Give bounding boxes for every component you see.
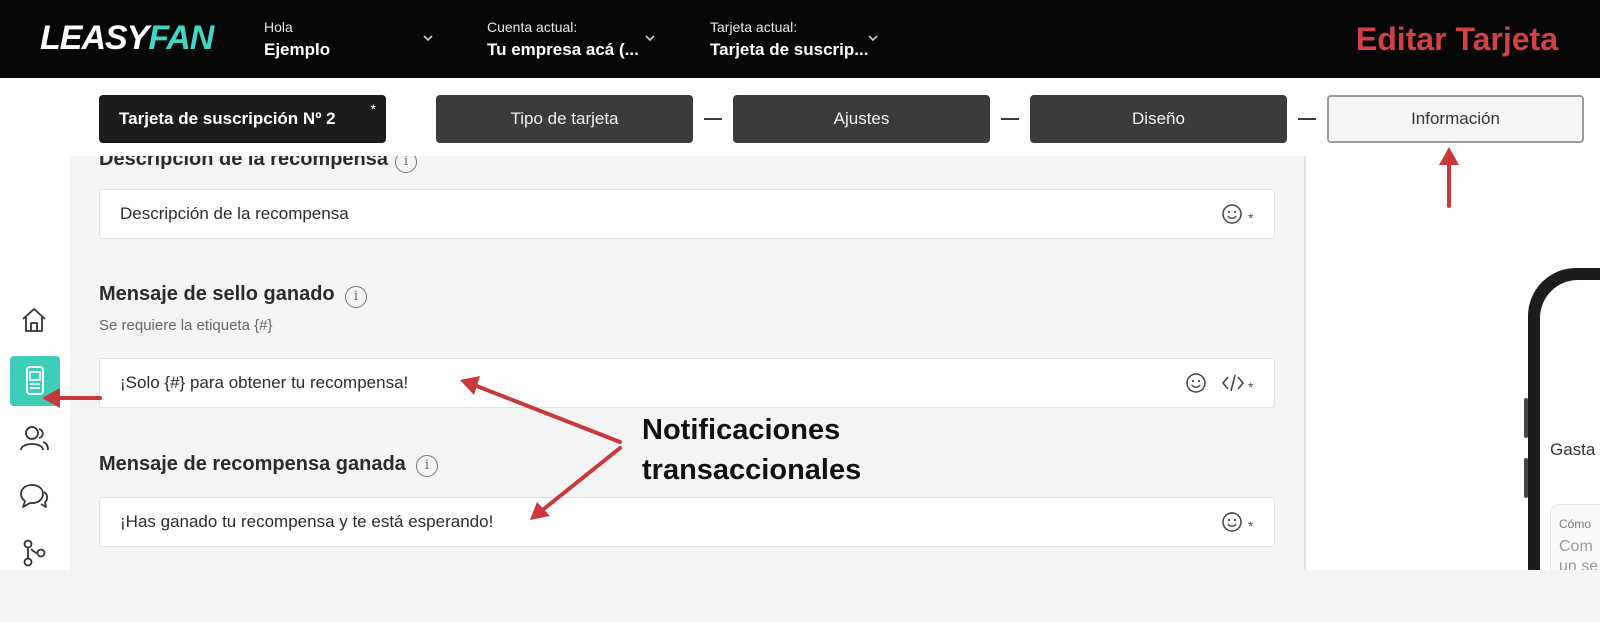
step-diseno[interactable]: Diseño (1030, 95, 1287, 143)
sidebar-item-clients[interactable] (14, 418, 54, 458)
stamp-message-hint: Se requiere la etiqueta {#} (99, 317, 273, 334)
sidebar (0, 156, 70, 570)
stamp-message-label: Mensaje de sello ganado (99, 283, 335, 305)
phone-side-button (1524, 398, 1528, 438)
chevron-down-icon[interactable] (420, 30, 436, 46)
annotation-label: Notificaciones transaccionales (642, 414, 862, 486)
required-marker: * (1248, 379, 1254, 395)
stamp-message-input[interactable]: ¡Solo {#} para obtener tu recompensa! * (99, 358, 1275, 408)
card-name-label: Tarjeta de suscripción Nº 2 (119, 109, 336, 128)
card-label: Tarjeta actual: (710, 19, 798, 35)
step-connector (1001, 118, 1019, 120)
top-bar: LEASYFAN Hola Ejemplo Cuenta actual: Tu … (0, 0, 1600, 78)
greeting-label: Hola (264, 19, 293, 35)
phone-screen: Gasta Cómo Com un se (1540, 280, 1600, 570)
phone-preview-area: Gasta Cómo Com un se (1306, 156, 1600, 570)
flow-icon (23, 539, 46, 567)
home-icon (22, 308, 46, 332)
reward-description-input[interactable]: Descripción de la recompensa * (99, 189, 1275, 239)
step-informacion[interactable]: Información (1327, 95, 1584, 143)
account-label: Cuenta actual: (487, 19, 578, 35)
greeting-value: Ejemplo (264, 40, 331, 59)
sidebar-item-messages[interactable] (14, 476, 54, 516)
sidebar-item-automations[interactable] (14, 532, 54, 572)
step-bar: Tarjeta de suscripción Nº 2 * Tipo de ta… (0, 78, 1600, 156)
greeting-selector[interactable]: Hola Ejemplo (264, 18, 330, 64)
page-title: Editar Tarjeta (1355, 21, 1558, 57)
card-value: Tarjeta de suscrip... (710, 40, 869, 59)
step-connector (704, 118, 722, 120)
chevron-down-icon[interactable] (865, 30, 881, 46)
sidebar-item-home[interactable] (14, 300, 54, 340)
preview-card-body: Com un se (1559, 538, 1599, 570)
account-value: Tu empresa acá (... (487, 40, 639, 59)
step-ajustes[interactable]: Ajustes (733, 95, 990, 143)
chevron-down-icon[interactable] (642, 30, 658, 46)
info-icon[interactable]: i (395, 156, 417, 173)
emoji-icon[interactable] (1221, 511, 1243, 533)
required-marker: * (1248, 210, 1254, 226)
phone-mockup: Gasta Cómo Com un se (1524, 268, 1600, 570)
required-marker: * (1248, 518, 1254, 534)
unsaved-marker: * (370, 101, 376, 117)
stamp-message-value: ¡Solo {#} para obtener tu recompensa! (120, 373, 409, 392)
code-tag-icon[interactable] (1221, 372, 1245, 394)
preview-text: Gasta (1550, 440, 1596, 459)
sidebar-item-cards[interactable] (10, 356, 60, 406)
info-icon[interactable]: i (416, 455, 438, 477)
info-icon[interactable]: i (345, 286, 367, 308)
preview-card: Cómo Com un se (1550, 504, 1600, 570)
reward-message-label: Mensaje de recompensa ganada (99, 453, 406, 475)
chat-icon (20, 484, 49, 508)
form-panel: Descripción de la recompensa i Descripci… (70, 156, 1306, 570)
phone-side-button (1524, 458, 1528, 498)
emoji-icon[interactable] (1221, 203, 1243, 225)
preview-card-title: Cómo (1559, 517, 1592, 531)
step-tipo-de-tarjeta[interactable]: Tipo de tarjeta (436, 95, 693, 143)
emoji-icon[interactable] (1185, 372, 1207, 394)
bottom-strip (0, 570, 1600, 622)
reward-description-label: Descripción de la recompensa (99, 156, 389, 170)
users-icon (20, 426, 49, 451)
reward-message-value: ¡Has ganado tu recompensa y te está espe… (120, 512, 494, 531)
card-name-chip[interactable]: Tarjeta de suscripción Nº 2 * (99, 95, 386, 143)
leasyfan-logo[interactable]: LEASYFAN (40, 18, 214, 58)
card-device-icon (26, 366, 44, 395)
account-selector[interactable]: Cuenta actual: Tu empresa acá (... (487, 18, 639, 64)
step-connector (1298, 118, 1316, 120)
reward-message-input[interactable]: ¡Has ganado tu recompensa y te está espe… (99, 497, 1275, 547)
reward-description-value: Descripción de la recompensa (120, 204, 349, 223)
card-selector[interactable]: Tarjeta actual: Tarjeta de suscrip... (710, 18, 868, 64)
